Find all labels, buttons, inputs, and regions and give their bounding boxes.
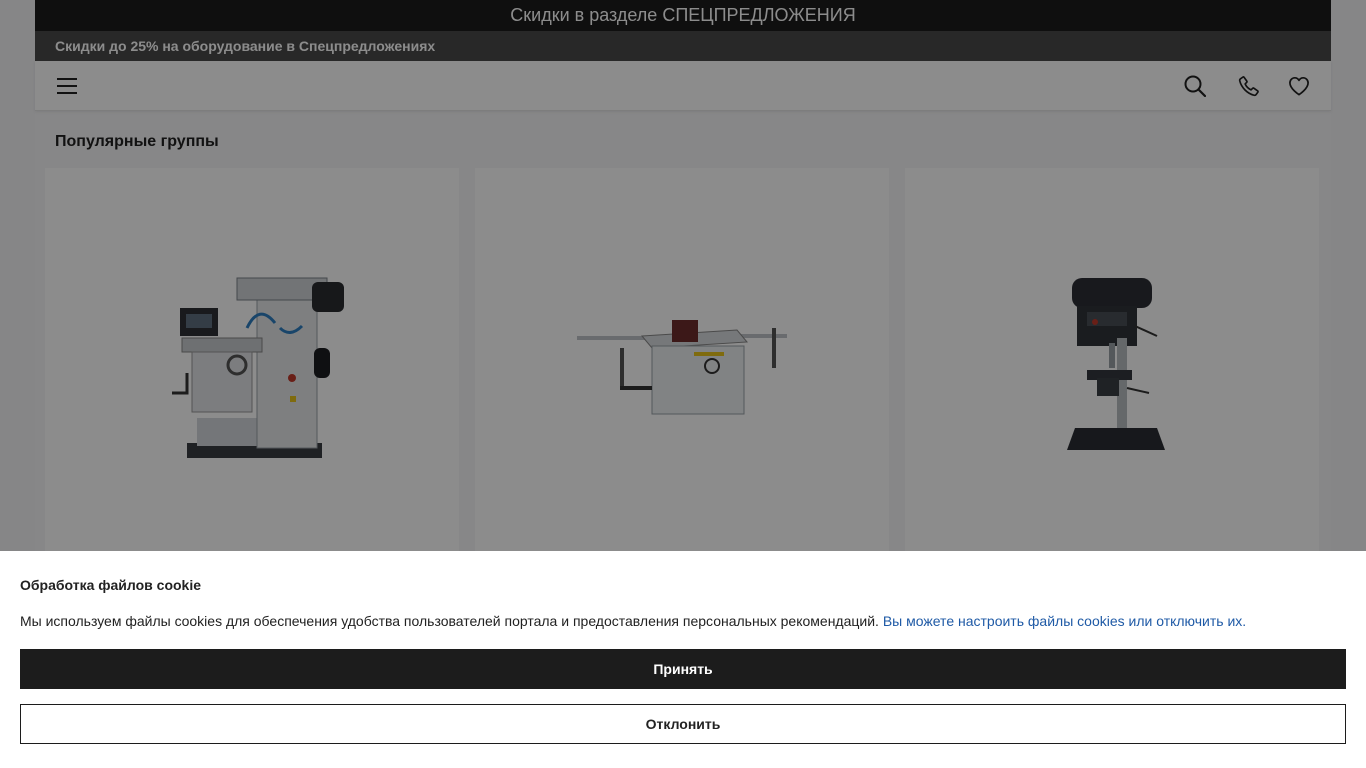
accept-cookies-button[interactable]: Принять [20, 649, 1346, 689]
cookie-text: Мы используем файлы cookies для обеспече… [20, 613, 1346, 629]
cookie-banner: Обработка файлов cookie Мы используем фа… [0, 551, 1366, 768]
cookie-description: Мы используем файлы cookies для обеспече… [20, 613, 879, 629]
cookie-title: Обработка файлов cookie [20, 577, 202, 593]
decline-cookies-button[interactable]: Отклонить [20, 704, 1346, 744]
cookie-settings-link[interactable]: Вы можете настроить файлы cookies или от… [883, 613, 1246, 629]
